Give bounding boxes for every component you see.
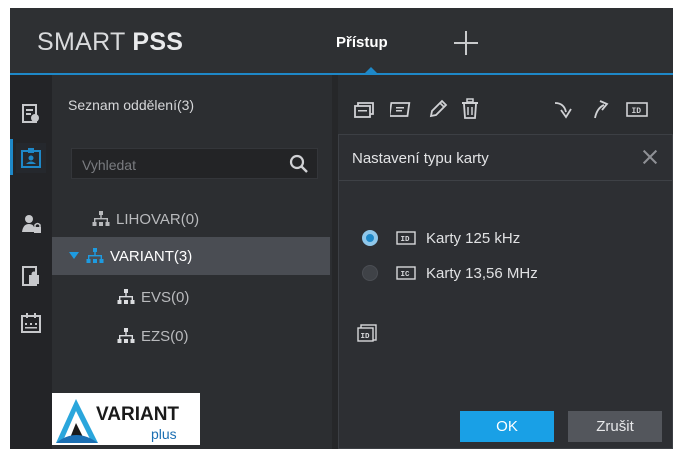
edit-pencil-icon[interactable]: [427, 98, 449, 120]
dialog-divider: [339, 180, 672, 181]
card-type-dialog: Nastavení typu karty ID Karty 125 kHz IC…: [338, 134, 673, 449]
plus-icon[interactable]: [452, 29, 480, 57]
svg-text:ID: ID: [632, 107, 642, 116]
logo-name-text: VARIANT: [96, 404, 179, 425]
tree-node-variant[interactable]: VARIANT(3): [52, 237, 330, 275]
id-card-type-icon: ID: [396, 231, 416, 245]
toolbar: ID: [338, 75, 673, 139]
import-icon[interactable]: [552, 98, 574, 120]
person-document-icon[interactable]: [16, 99, 46, 129]
tree-node-evs[interactable]: EVS(0): [52, 278, 330, 316]
radio-1356mhz[interactable]: [362, 265, 378, 281]
close-icon[interactable]: [642, 149, 658, 165]
app-brand: SMART PSS: [37, 28, 183, 57]
tab-pristup[interactable]: Přístup: [336, 34, 388, 51]
cancel-button[interactable]: Zrušit: [568, 411, 662, 442]
tree-node-lihovar[interactable]: LIHOVAR(0): [52, 200, 330, 238]
door-access-icon[interactable]: [16, 261, 46, 291]
tree-node-label: EZS(0): [141, 327, 189, 345]
card-reader-icon[interactable]: ID: [357, 323, 379, 343]
org-structure-icon: [117, 289, 135, 304]
brand-light-text: SMART: [37, 28, 133, 56]
org-structure-icon: [117, 328, 135, 343]
card-icon[interactable]: [390, 98, 412, 120]
option-1356mhz[interactable]: IC Karty 13,56 MHz: [362, 262, 538, 284]
app-window: SMART PSS Přístup Seznam oddělení(3) Vyh…: [10, 8, 673, 449]
active-nav-indicator: [10, 139, 13, 175]
org-structure-icon: [86, 248, 104, 263]
org-structure-icon: [92, 211, 110, 226]
card-type-id-icon[interactable]: ID: [625, 98, 649, 120]
export-icon[interactable]: [590, 98, 612, 120]
radio-125khz[interactable]: [362, 230, 378, 246]
svg-text:IC: IC: [401, 271, 411, 279]
search-input[interactable]: [80, 154, 284, 176]
delete-trash-icon[interactable]: [459, 98, 481, 120]
ic-card-type-icon: IC: [396, 266, 416, 280]
dialog-title: Nastavení typu karty: [352, 150, 489, 167]
search-box: [71, 148, 318, 179]
svg-text:ID: ID: [361, 333, 371, 341]
tree-node-label: LIHOVAR(0): [116, 210, 200, 228]
option-label: Karty 125 kHz: [426, 229, 521, 247]
tree-node-label: EVS(0): [141, 288, 190, 306]
option-125khz[interactable]: ID Karty 125 kHz: [362, 227, 520, 249]
svg-text:ID: ID: [401, 236, 411, 244]
tree-node-ezs[interactable]: EZS(0): [52, 317, 330, 355]
active-tab-caret: [364, 67, 378, 74]
brand-bold-text: PSS: [132, 28, 184, 56]
option-label: Karty 13,56 MHz: [426, 264, 538, 282]
tree-node-label: VARIANT(3): [110, 247, 193, 265]
left-nav: [10, 75, 52, 449]
top-bar: SMART PSS Přístup: [10, 8, 673, 74]
department-list-title: Seznam oddělení(3): [68, 97, 195, 113]
ok-button[interactable]: OK: [460, 411, 554, 442]
expand-triangle-icon[interactable]: [68, 251, 80, 261]
id-card-icon[interactable]: [16, 143, 46, 173]
variant-plus-logo: VARIANT plus: [52, 393, 200, 445]
search-icon[interactable]: [289, 154, 309, 174]
batch-issue-icon[interactable]: [353, 98, 375, 120]
calendar-icon[interactable]: [16, 308, 46, 338]
logo-sub-text: plus: [151, 426, 177, 442]
user-lock-icon[interactable]: [16, 209, 46, 239]
